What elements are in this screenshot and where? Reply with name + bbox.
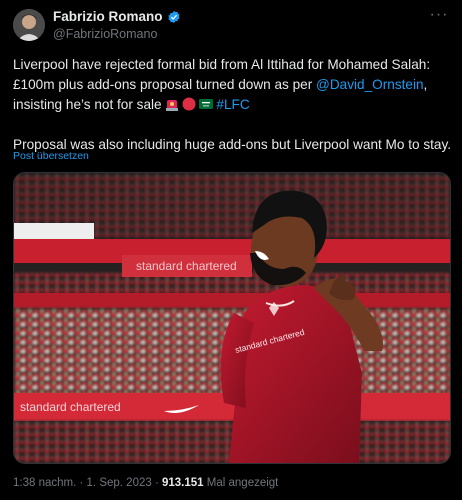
author-name-row[interactable]: Fabrizio Romano <box>53 9 181 24</box>
saudi-flag-icon <box>199 99 214 109</box>
mention-link[interactable]: @David_Ornstein <box>316 77 424 92</box>
ad-board-text-1: standard chartered <box>136 259 237 273</box>
translate-post-link[interactable]: Post übersetzen <box>13 150 89 162</box>
meta-separator-2: · <box>151 477 162 489</box>
tweet-date[interactable]: 1. Sep. 2023 <box>87 477 152 489</box>
tweet-metadata: 1:38 nachm. · 1. Sep. 2023 · 913.151 Mal… <box>13 477 278 489</box>
avatar[interactable] <box>13 9 45 41</box>
police-light-icon <box>166 100 179 111</box>
photo-salah-celebration: standard chartered standard chartered st… <box>14 173 450 463</box>
author-handle[interactable]: @FabrizioRomano <box>53 27 157 41</box>
tweet-time[interactable]: 1:38 nachm. <box>13 477 76 489</box>
meta-separator: · <box>76 477 87 489</box>
hashtag-link[interactable]: #LFC <box>216 97 249 112</box>
views-label: Mal angezeigt <box>206 477 279 489</box>
more-options-icon[interactable]: ··· <box>428 7 450 28</box>
views-count: 913.151 <box>162 477 204 489</box>
tweet-text: Liverpool have rejected formal bid from … <box>13 55 453 155</box>
red-circle-icon <box>182 97 196 111</box>
ad-board-text-2: standard chartered <box>20 400 121 414</box>
author-name[interactable]: Fabrizio Romano <box>53 9 163 24</box>
verified-badge-icon <box>167 10 180 23</box>
tweet-photo[interactable]: standard chartered standard chartered st… <box>13 172 451 464</box>
